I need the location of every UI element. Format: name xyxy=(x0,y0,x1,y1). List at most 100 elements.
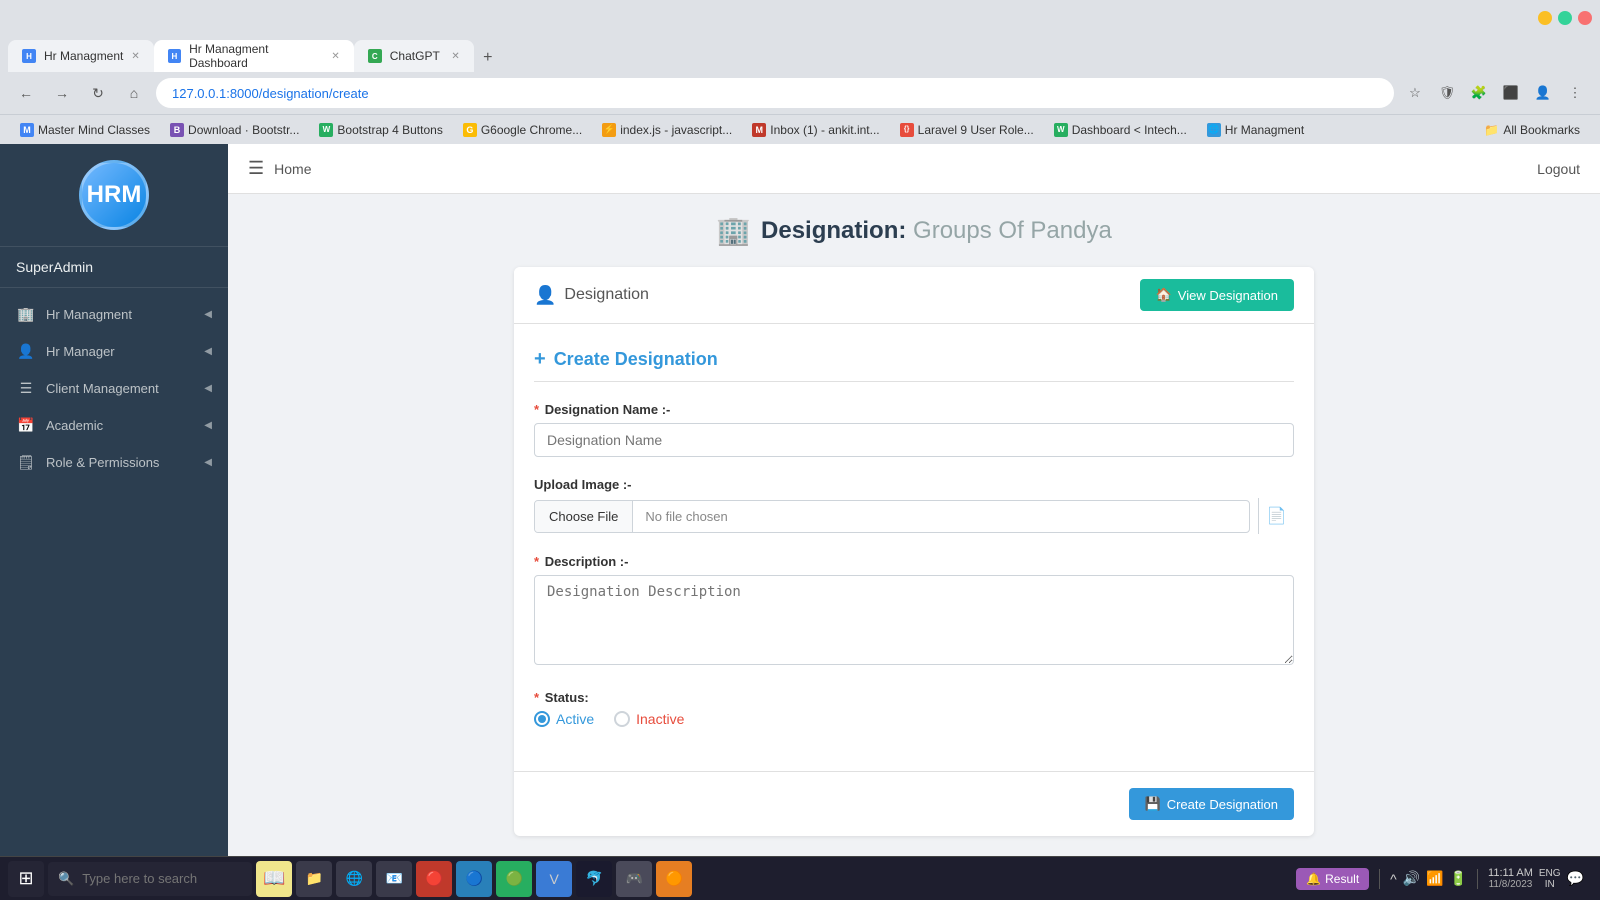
profile-icon[interactable]: 👤 xyxy=(1530,80,1556,106)
browser-tab-1[interactable]: H Hr Managment ✕ xyxy=(8,40,154,72)
top-nav-home-link[interactable]: Home xyxy=(274,161,311,177)
address-input[interactable]: 127.0.0.1:8000/designation/create xyxy=(156,78,1394,108)
bookmark-master-mind[interactable]: M Master Mind Classes xyxy=(12,121,158,139)
bookmark-icon-8: W xyxy=(1054,123,1068,137)
tray-chevron-icon[interactable]: ^ xyxy=(1390,871,1397,887)
hamburger-icon[interactable]: ☰ xyxy=(248,158,264,179)
view-designation-button[interactable]: 🏠 View Designation xyxy=(1140,279,1294,311)
logo-text: HRM xyxy=(87,181,142,209)
taskbar-widget-1[interactable]: 📁 xyxy=(296,861,332,897)
taskbar-widget-8[interactable]: 🐬 xyxy=(576,861,612,897)
sidebar-toggle-icon[interactable]: ⬛ xyxy=(1498,80,1524,106)
status-inactive-option[interactable]: Inactive xyxy=(614,711,684,727)
section-title: + Create Designation xyxy=(534,348,1294,382)
start-button[interactable]: ⊞ xyxy=(8,861,44,897)
browser-tab-3[interactable]: C ChatGPT ✕ xyxy=(354,40,474,72)
taskbar-widget-3[interactable]: 📧 xyxy=(376,861,412,897)
tab-close-2[interactable]: ✕ xyxy=(331,51,339,62)
bookmark-hr-managment[interactable]: 🌐 Hr Managment xyxy=(1199,121,1312,139)
close-button[interactable] xyxy=(1578,11,1592,25)
taskbar-search-icon: 🔍 xyxy=(58,871,74,887)
choose-file-button[interactable]: Choose File xyxy=(535,501,633,532)
extensions-icon[interactable]: 🧩 xyxy=(1466,80,1492,106)
bookmark-dashboard[interactable]: W Dashboard < Intech... xyxy=(1046,121,1195,139)
taskbar-widget-7[interactable]: V xyxy=(536,861,572,897)
tray-divider-2 xyxy=(1477,869,1478,889)
tab-close-1[interactable]: ✕ xyxy=(131,51,139,62)
forward-button[interactable]: → xyxy=(48,79,76,107)
description-textarea[interactable] xyxy=(534,575,1294,665)
taskbar-book-app[interactable]: 📖 xyxy=(256,861,292,897)
reload-button[interactable]: ↻ xyxy=(84,79,112,107)
inactive-radio-dot[interactable] xyxy=(614,711,630,727)
designation-card: 👤 Designation 🏠 View Designation + Creat… xyxy=(514,267,1314,836)
all-bookmarks-btn[interactable]: 📁 All Bookmarks xyxy=(1476,121,1588,139)
taskbar-widget-4[interactable]: 🔴 xyxy=(416,861,452,897)
bookmark-star-icon[interactable]: ☆ xyxy=(1402,80,1428,106)
tray-time: 11:11 AM xyxy=(1488,867,1533,879)
sidebar-item-client-management[interactable]: ☰ Client Management ◀ xyxy=(0,370,228,407)
file-upload-icon-btn[interactable]: 📄 xyxy=(1258,498,1294,534)
card-header-left: 👤 Designation xyxy=(534,285,649,306)
bookmark-icon-9: 🌐 xyxy=(1207,123,1221,137)
bookmark-indexjs[interactable]: ⚡ index.js - javascript... xyxy=(594,121,740,139)
section-title-icon: + xyxy=(534,348,546,371)
all-bookmarks-label: 📁 xyxy=(1484,123,1499,137)
tray-clock[interactable]: 11:11 AM 11/8/2023 xyxy=(1488,867,1533,890)
tray-network-icon[interactable]: 📶 xyxy=(1426,870,1443,887)
result-icon: 🔔 xyxy=(1306,872,1321,886)
card-body: + Create Designation * Designation Name … xyxy=(514,324,1314,771)
hr-manager-arrow: ◀ xyxy=(204,346,212,357)
tab-label-2: Hr Managment Dashboard xyxy=(189,42,323,70)
taskbar-widget-9[interactable]: 🎮 xyxy=(616,861,652,897)
home-button[interactable]: ⌂ xyxy=(120,79,148,107)
taskbar-widget-6[interactable]: 🟢 xyxy=(496,861,532,897)
taskbar-widget-2[interactable]: 🌐 xyxy=(336,861,372,897)
bookmark-google-chrome[interactable]: G G6oogle Chrome... xyxy=(455,121,590,139)
bookmark-inbox[interactable]: M Inbox (1) - ankit.int... xyxy=(744,121,887,139)
browser-tab-2[interactable]: H Hr Managment Dashboard ✕ xyxy=(154,40,354,72)
bookmark-bootstrap-buttons[interactable]: W Bootstrap 4 Buttons xyxy=(311,121,450,139)
tray-notifications-icon[interactable]: 💬 xyxy=(1567,870,1584,887)
taskbar-search-input[interactable] xyxy=(82,871,242,886)
bookmark-laravel[interactable]: {} Laravel 9 User Role... xyxy=(892,121,1042,139)
back-button[interactable]: ← xyxy=(12,79,40,107)
create-designation-icon: 💾 xyxy=(1145,796,1161,812)
tab-close-3[interactable]: ✕ xyxy=(451,51,459,62)
tray-volume-icon[interactable]: 🔊 xyxy=(1403,870,1420,887)
bookmark-bootstrap-download[interactable]: B Download · Bootstr... xyxy=(162,121,307,139)
required-star-status: * xyxy=(534,690,539,705)
designation-name-input[interactable] xyxy=(534,423,1294,457)
address-bar: ← → ↻ ⌂ 127.0.0.1:8000/designation/creat… xyxy=(0,72,1600,114)
client-management-icon: ☰ xyxy=(16,380,36,397)
new-tab-button[interactable]: + xyxy=(474,44,502,72)
card-header-icon: 👤 xyxy=(534,285,556,306)
tray-battery-icon[interactable]: 🔋 xyxy=(1450,870,1467,887)
sidebar-item-role-permissions[interactable]: 🗒 Role & Permissions ◀ xyxy=(0,444,228,481)
minimize-button[interactable] xyxy=(1538,11,1552,25)
active-radio-dot[interactable] xyxy=(534,711,550,727)
sidebar-item-hr-manager[interactable]: 👤 Hr Manager ◀ xyxy=(0,333,228,370)
tray-language[interactable]: ENG IN xyxy=(1539,868,1561,890)
page-title: Designation: Groups Of Pandya xyxy=(761,217,1112,245)
client-management-arrow: ◀ xyxy=(204,383,212,394)
taskbar-widget-10[interactable]: 🟠 xyxy=(656,861,692,897)
shield-icon[interactable]: 🛡 xyxy=(1434,80,1460,106)
bookmark-label-8: Dashboard < Intech... xyxy=(1072,123,1187,137)
sidebar-item-academic[interactable]: 📅 Academic ◀ xyxy=(0,407,228,444)
taskbar-search-bar[interactable]: 🔍 xyxy=(48,862,252,896)
bookmark-icon-2: B xyxy=(170,123,184,137)
result-button[interactable]: 🔔 Result xyxy=(1296,868,1369,890)
create-designation-button[interactable]: 💾 Create Designation xyxy=(1129,788,1294,820)
logout-button[interactable]: Logout xyxy=(1537,161,1580,177)
status-active-option[interactable]: Active xyxy=(534,711,594,727)
tray-divider xyxy=(1379,869,1380,889)
menu-icon[interactable]: ⋮ xyxy=(1562,80,1588,106)
page-title-icon: 🏢 xyxy=(716,214,751,247)
taskbar-widget-5[interactable]: 🔵 xyxy=(456,861,492,897)
maximize-button[interactable] xyxy=(1558,11,1572,25)
top-nav-left: ☰ Home xyxy=(248,158,312,179)
create-designation-label: Create Designation xyxy=(1167,797,1278,812)
bookmark-icon-6: M xyxy=(752,123,766,137)
sidebar-item-hr-management[interactable]: 🏢 Hr Managment ◀ xyxy=(0,296,228,333)
